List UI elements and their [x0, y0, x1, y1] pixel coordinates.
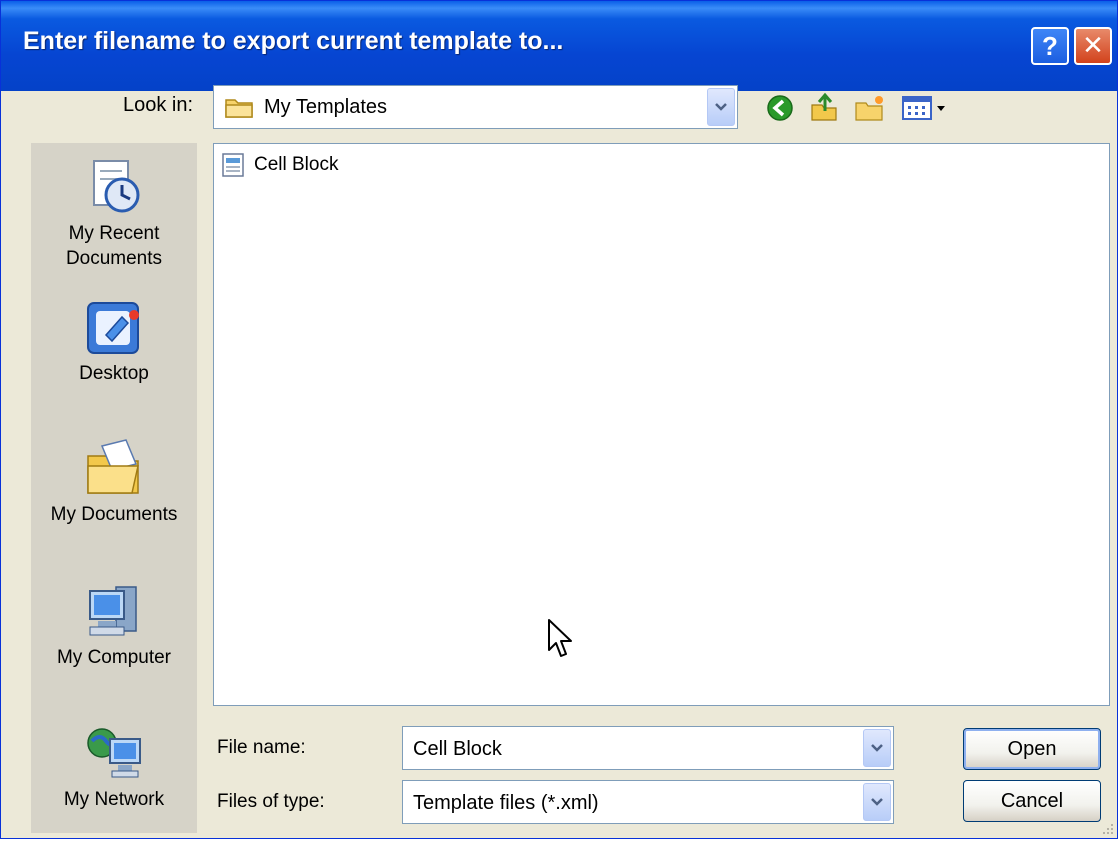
place-my-recent-documents[interactable]: My Recent Documents: [31, 157, 197, 271]
my-computer-icon: [89, 586, 137, 636]
my-network-icon: [87, 728, 141, 778]
chevron-down-icon: [871, 798, 883, 806]
recent-documents-icon: [93, 160, 140, 213]
place-label-line: My Documents: [50, 504, 178, 525]
mouse-pointer-icon: [547, 618, 575, 667]
template-file-icon: [222, 153, 244, 177]
open-button[interactable]: Open: [963, 728, 1101, 770]
place-my-computer[interactable]: My Computer: [31, 581, 197, 670]
folder-icon: [224, 95, 254, 124]
views-menu-icon[interactable]: [901, 93, 951, 123]
place-my-network[interactable]: My Network: [31, 723, 197, 812]
place-my-documents[interactable]: My Documents: [31, 438, 197, 527]
file-dialog-window: Enter filename to export current templat…: [0, 0, 1118, 839]
cancel-button[interactable]: Cancel: [963, 780, 1101, 822]
file-list[interactable]: Cell Block: [213, 143, 1110, 706]
dialog-title: Enter filename to export current templat…: [23, 27, 564, 55]
place-desktop[interactable]: Desktop: [31, 297, 197, 386]
look-in-dropdown[interactable]: My Templates: [213, 85, 738, 129]
resize-grip-icon[interactable]: [1101, 822, 1115, 836]
place-label-line: Desktop: [79, 363, 149, 384]
look-in-value: My Templates: [264, 96, 388, 118]
place-label-line: My Recent: [68, 223, 160, 244]
files-of-type-label: Files of type:: [217, 791, 325, 812]
look-in-dropdown-arrow[interactable]: [707, 88, 735, 126]
file-list-item[interactable]: Cell Block: [220, 152, 338, 178]
close-button[interactable]: ✕: [1074, 27, 1112, 65]
place-label-line: My Network: [63, 789, 165, 810]
files-of-type-dropdown[interactable]: Template files (*.xml): [402, 780, 894, 824]
files-of-type-value: Template files (*.xml): [413, 792, 599, 814]
my-documents-icon: [87, 439, 139, 494]
place-label-line: Documents: [65, 248, 163, 269]
new-folder-icon[interactable]: [854, 93, 884, 123]
file-name-dropdown-arrow[interactable]: [863, 729, 891, 767]
chevron-down-icon: [715, 103, 727, 111]
title-bar[interactable]: Enter filename to export current templat…: [1, 1, 1117, 91]
desktop-icon: [87, 302, 139, 354]
places-bar: My Recent Documents Desktop My Documents…: [31, 143, 197, 833]
look-in-label: Look in:: [123, 94, 194, 116]
file-name-label: File name:: [217, 737, 306, 758]
file-name: Cell Block: [254, 154, 339, 175]
place-label-line: My Computer: [56, 647, 172, 668]
files-of-type-dropdown-arrow[interactable]: [863, 783, 891, 821]
help-button[interactable]: ?: [1031, 27, 1069, 65]
up-folder-icon[interactable]: [809, 91, 839, 121]
back-icon[interactable]: [765, 93, 795, 123]
file-name-value: Cell Block: [413, 738, 502, 760]
chevron-down-icon: [871, 744, 883, 752]
file-name-input[interactable]: Cell Block: [402, 726, 894, 770]
